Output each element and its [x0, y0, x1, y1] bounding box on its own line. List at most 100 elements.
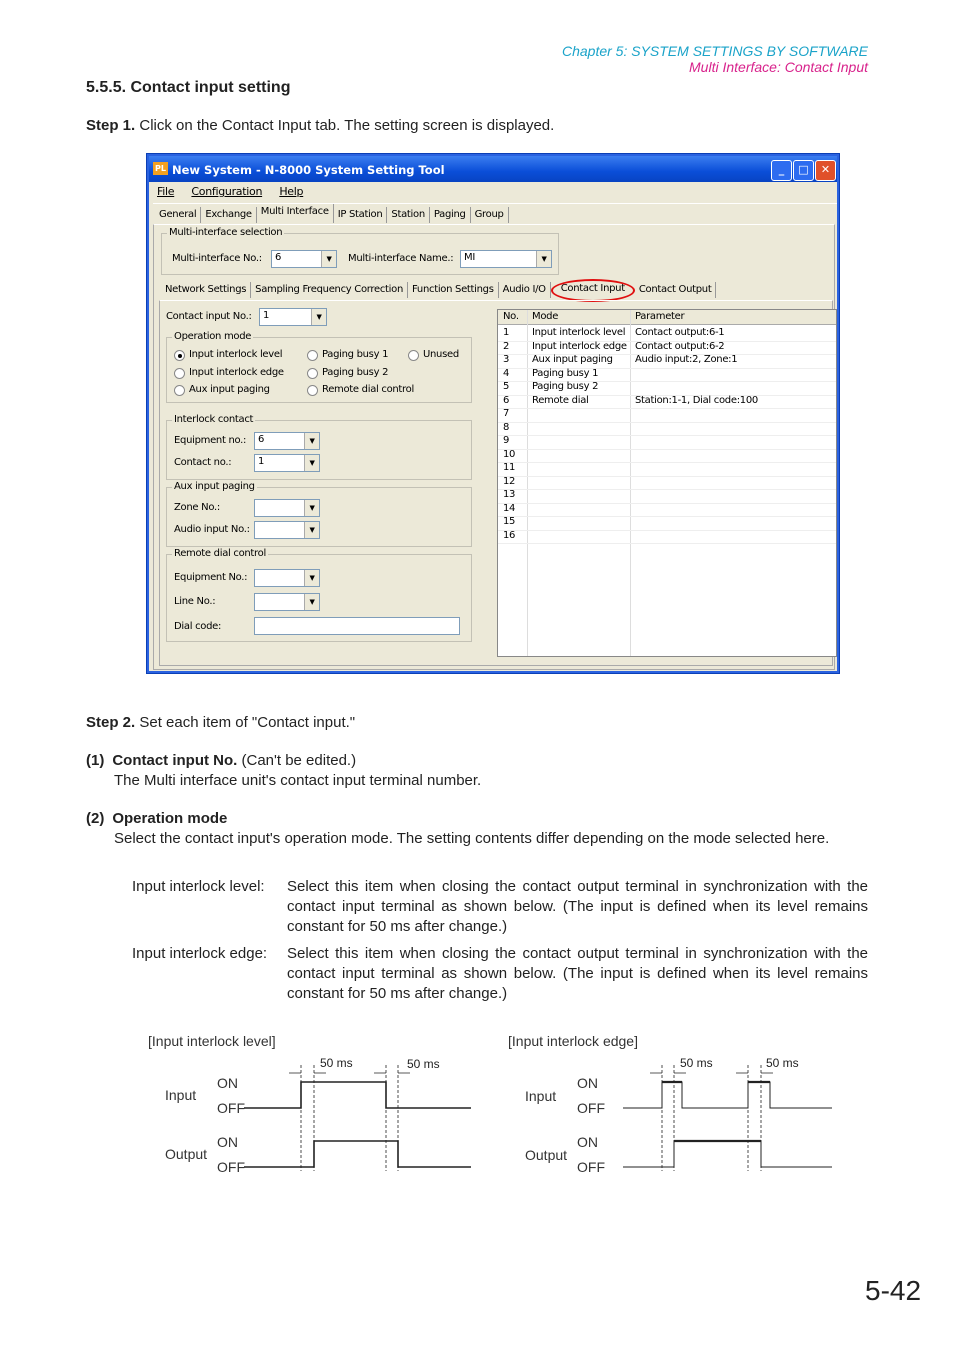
list-row[interactable]: 3 Aux input paging Audio input:2, Zone:1 [498, 354, 836, 369]
line-no-select[interactable]: ▼ [254, 593, 320, 611]
subtab-contact-output[interactable]: Contact Output [635, 282, 717, 298]
row-mode: Input interlock edge [532, 340, 627, 352]
list-row[interactable]: 1 Input interlock level Contact output:6-1 [498, 327, 836, 342]
audio-input-no-label: Audio input No.: [174, 524, 250, 535]
remote-equipment-no-select[interactable]: ▼ [254, 569, 320, 587]
list-row[interactable]: 4 Paging busy 1 [498, 368, 836, 382]
list-row[interactable]: 12 [498, 476, 836, 490]
subtab-network-settings[interactable]: Network Settings [161, 282, 252, 298]
list-row[interactable]: 10 [498, 449, 836, 463]
chevron-down-icon[interactable]: ▼ [304, 455, 319, 471]
list-row[interactable]: 2 Input interlock edge Contact output:6-2 [498, 340, 836, 355]
row-no: 2 [503, 340, 510, 352]
list-row[interactable]: 9 [498, 435, 836, 450]
item1-suffix: (Can't be edited.) [237, 752, 357, 769]
list-row[interactable]: 7 [498, 408, 836, 423]
dial-code-input[interactable] [254, 617, 460, 635]
row-no: 15 [503, 516, 516, 527]
list-row[interactable]: 13 [498, 489, 836, 504]
radio-remote-dial-control[interactable] [307, 385, 318, 396]
item1-title: Contact input No. [112, 752, 238, 769]
menu-file[interactable]: File [157, 185, 175, 198]
audio-input-no-select[interactable]: ▼ [254, 521, 320, 539]
item2-description: Select the contact input's operation mod… [114, 830, 830, 847]
radio-input-interlock-level[interactable] [174, 350, 185, 361]
radio-aux-input-paging[interactable] [174, 385, 185, 396]
radio-label: Paging busy 1 [322, 349, 389, 360]
chevron-down-icon[interactable]: ▼ [304, 594, 319, 610]
chevron-down-icon[interactable]: ▼ [304, 522, 319, 538]
tab-group[interactable]: Group [471, 207, 509, 223]
radio-unused[interactable] [408, 350, 419, 361]
contact-input-list[interactable]: No. Mode Parameter 1 Input interlock leve… [497, 309, 837, 657]
list-row[interactable]: 6 Remote dial Station:1-1, Dial code:100 [498, 394, 836, 409]
contact-input-no-select[interactable]: 1 ▼ [259, 308, 327, 326]
chevron-down-icon[interactable]: ▼ [304, 500, 319, 516]
chevron-down-icon[interactable]: ▼ [536, 251, 551, 267]
def-text-edge: Select this item when closing the contac… [287, 945, 868, 1002]
subtab-function-settings[interactable]: Function Settings [408, 282, 499, 298]
tab-paging[interactable]: Paging [430, 207, 471, 223]
mi-no-select[interactable]: 6 ▼ [271, 250, 337, 268]
chevron-down-icon[interactable]: ▼ [321, 251, 336, 267]
tab-station[interactable]: Station [387, 207, 430, 223]
step1-label: Step 1. [86, 117, 136, 134]
zone-no-select[interactable]: ▼ [254, 499, 320, 517]
list-row[interactable]: 14 [498, 502, 836, 517]
list-row[interactable]: 11 [498, 462, 836, 477]
mi-no-label: Multi-interface No.: [172, 253, 262, 264]
timing-diagram-level: [Input interlock level] Input ON OFF Out… [148, 1033, 488, 1183]
tab-exchange[interactable]: Exchange [201, 207, 257, 223]
list-row[interactable]: 8 [498, 422, 836, 436]
menu-help[interactable]: Help [279, 185, 303, 198]
item2-title: Operation mode [112, 810, 228, 827]
step1-text: Click on the Contact Input tab. The sett… [139, 117, 555, 134]
row-no: 14 [503, 502, 516, 514]
radio-paging-busy-1[interactable] [307, 350, 318, 361]
subtab-audio-io[interactable]: Audio I/O [499, 282, 551, 298]
tab-ip-station[interactable]: IP Station [334, 207, 388, 223]
radio-label: Paging busy 2 [322, 367, 389, 378]
tab-general[interactable]: General [155, 207, 202, 223]
minimize-icon[interactable]: _ [771, 160, 792, 181]
chevron-down-icon[interactable]: ▼ [311, 309, 326, 325]
step2-label: Step 2. [86, 714, 136, 731]
timing-waveforms [623, 1065, 832, 1171]
radio-label: Input interlock level [189, 349, 283, 360]
chevron-down-icon[interactable]: ▼ [304, 433, 319, 449]
equipment-no-select[interactable]: 6 ▼ [254, 432, 320, 450]
equipment-no-label: Equipment no.: [174, 435, 247, 446]
tab-multi-interface[interactable]: Multi Interface [256, 204, 334, 223]
radio-paging-busy-2[interactable] [307, 368, 318, 379]
row-no: 13 [503, 489, 516, 500]
column-mode[interactable]: Mode [532, 311, 558, 322]
contact-no-select[interactable]: 1 ▼ [254, 454, 320, 472]
menu-configuration[interactable]: Configuration [191, 185, 262, 198]
title-bar[interactable]: PL New System - N-8000 System Setting To… [149, 156, 837, 182]
aux-input-paging-group: Aux input paging Zone No.: ▼ Audio input… [166, 481, 472, 547]
timing-waveforms [244, 1065, 471, 1171]
window-title: New System - N-8000 System Setting Tool [172, 163, 445, 177]
maximize-icon[interactable]: □ [793, 160, 814, 181]
chevron-down-icon[interactable]: ▼ [304, 570, 319, 586]
list-row[interactable]: 5 Paging busy 2 [498, 381, 836, 396]
chapter-header: Chapter 5: SYSTEM SETTINGS BY SOFTWARE [561, 43, 868, 59]
list-row[interactable]: 15 [498, 516, 836, 531]
def-term-edge: Input interlock edge: [132, 945, 268, 962]
column-parameter[interactable]: Parameter [635, 311, 685, 322]
app-icon: PL [153, 162, 168, 175]
menu-bar: File Configuration Help [157, 185, 304, 198]
mi-name-label: Multi-interface Name.: [348, 253, 454, 264]
row-parameter: Contact output:6-2 [635, 340, 725, 352]
radio-input-interlock-edge[interactable] [174, 368, 185, 379]
column-no[interactable]: No. [503, 311, 519, 322]
list-row[interactable]: 16 [498, 530, 836, 544]
remote-dial-control-group: Remote dial control Equipment No.: ▼ Lin… [166, 548, 472, 642]
dial-code-label: Dial code: [174, 621, 222, 632]
subtab-contact-input[interactable]: Contact Input [550, 279, 635, 302]
close-icon[interactable]: ✕ [815, 160, 836, 181]
mi-name-select[interactable]: MI ▼ [460, 250, 552, 268]
subtab-sampling-frequency[interactable]: Sampling Frequency Correction [251, 282, 409, 298]
row-mode: Remote dial [532, 394, 589, 406]
app-window: PL New System - N-8000 System Setting To… [146, 153, 840, 674]
